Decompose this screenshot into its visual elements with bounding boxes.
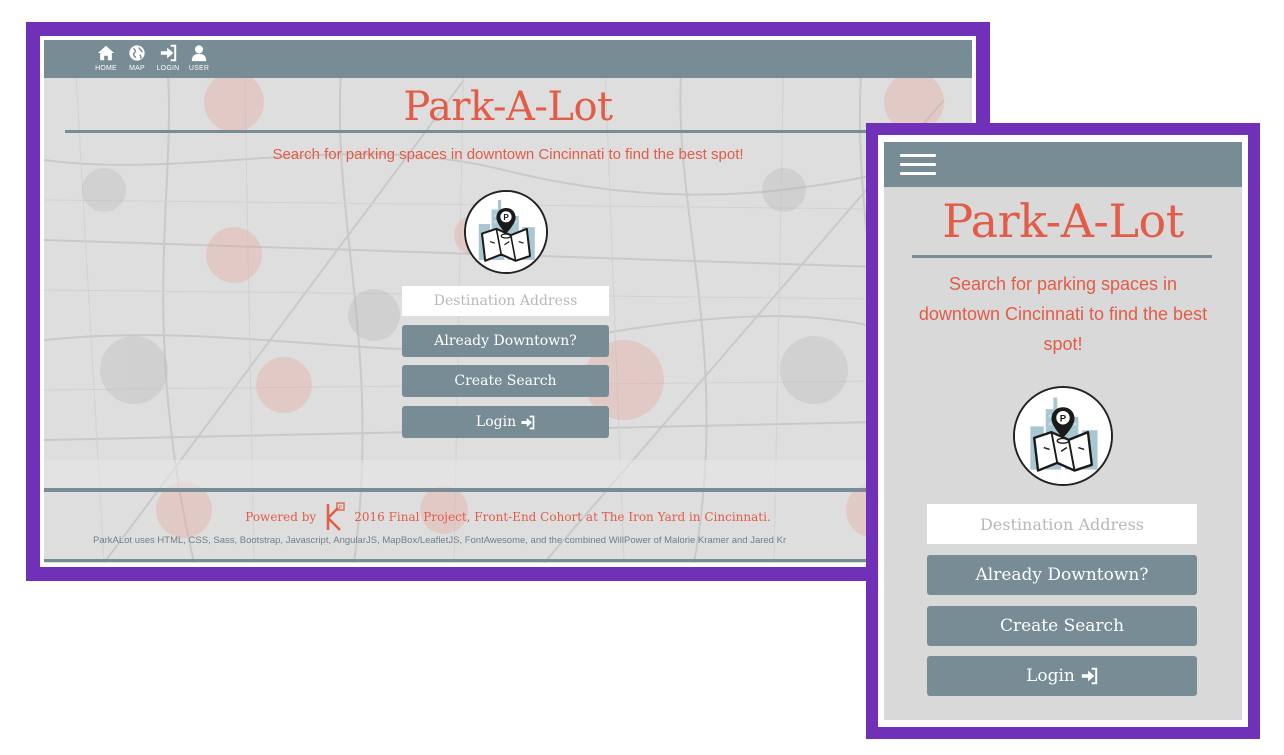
top-navbar: HOME MAP LOGIN USER	[44, 40, 972, 78]
park-a-lot-logo: P	[464, 190, 548, 274]
globe-icon	[129, 45, 145, 61]
city-map-pin-icon: P	[466, 192, 546, 272]
powered-by-label: Powered by	[245, 510, 317, 524]
login-label: Login	[475, 414, 517, 430]
login-button[interactable]: Login	[402, 406, 609, 438]
already-downtown-label: Already Downtown?	[434, 333, 577, 349]
nav-home-label: HOME	[95, 65, 117, 72]
create-search-label: Create Search	[454, 373, 557, 389]
mobile-mockup-frame: Park-A-Lot Search for parking spaces in …	[866, 123, 1260, 739]
desktop-screen: HOME MAP LOGIN USER Park-A-Lot Search fo…	[44, 40, 972, 563]
nav-map[interactable]: MAP	[120, 42, 154, 76]
destination-address-input[interactable]	[402, 286, 609, 316]
mobile-page-title: Park-A-Lot	[942, 194, 1184, 248]
mobile-park-a-lot-logo: P	[1013, 386, 1113, 486]
title-divider	[65, 130, 947, 133]
sign-in-icon	[160, 44, 177, 62]
mobile-login-button[interactable]: Login	[927, 656, 1197, 696]
city-map-pin-icon: P	[1015, 388, 1111, 484]
mobile-screen: Park-A-Lot Search for parking spaces in …	[884, 142, 1242, 720]
mobile-already-downtown-button[interactable]: Already Downtown?	[927, 555, 1197, 595]
nav-login[interactable]: LOGIN	[151, 42, 185, 76]
footer-bottom-divider	[44, 559, 972, 562]
nav-user[interactable]: USER	[182, 42, 216, 76]
user-icon	[191, 45, 207, 62]
nav-map-label: MAP	[129, 65, 145, 72]
already-downtown-button[interactable]: Already Downtown?	[402, 325, 609, 357]
home-icon	[97, 45, 115, 61]
k-logo-icon: P	[326, 502, 345, 531]
mobile-login-label: Login	[1026, 666, 1075, 686]
sign-in-icon	[521, 415, 535, 429]
desktop-mockup-frame: HOME MAP LOGIN USER Park-A-Lot Search fo…	[26, 22, 990, 581]
svg-text:P: P	[503, 213, 509, 222]
hamburger-menu-icon[interactable]	[900, 154, 938, 176]
mobile-create-search-button[interactable]: Create Search	[927, 606, 1197, 646]
mobile-title-divider	[912, 255, 1212, 258]
svg-text:P: P	[1060, 414, 1067, 425]
nav-home[interactable]: HOME	[89, 42, 123, 76]
credits-text: ParkALot uses HTML, CSS, Sass, Bootstrap…	[93, 535, 787, 546]
project-text: 2016 Final Project, Front-End Cohort at …	[354, 510, 771, 524]
nav-user-label: USER	[188, 65, 210, 72]
mobile-tagline: Search for parking spaces in downtown Ci…	[918, 274, 1208, 354]
mobile-create-search-label: Create Search	[999, 616, 1125, 636]
tagline: Search for parking spaces in downtown Ci…	[272, 146, 744, 163]
page-title: Park-A-Lot	[403, 84, 613, 130]
mobile-navbar	[884, 142, 1242, 187]
footer-divider	[44, 488, 972, 492]
powered-by-line: Powered by P 2016 Final Project, Front-E…	[44, 502, 972, 532]
create-search-button[interactable]: Create Search	[402, 365, 609, 397]
mobile-destination-address-input[interactable]	[927, 504, 1197, 544]
sign-in-icon	[1081, 667, 1098, 685]
mobile-already-downtown-label: Already Downtown?	[975, 565, 1149, 585]
nav-login-label: LOGIN	[156, 65, 180, 72]
